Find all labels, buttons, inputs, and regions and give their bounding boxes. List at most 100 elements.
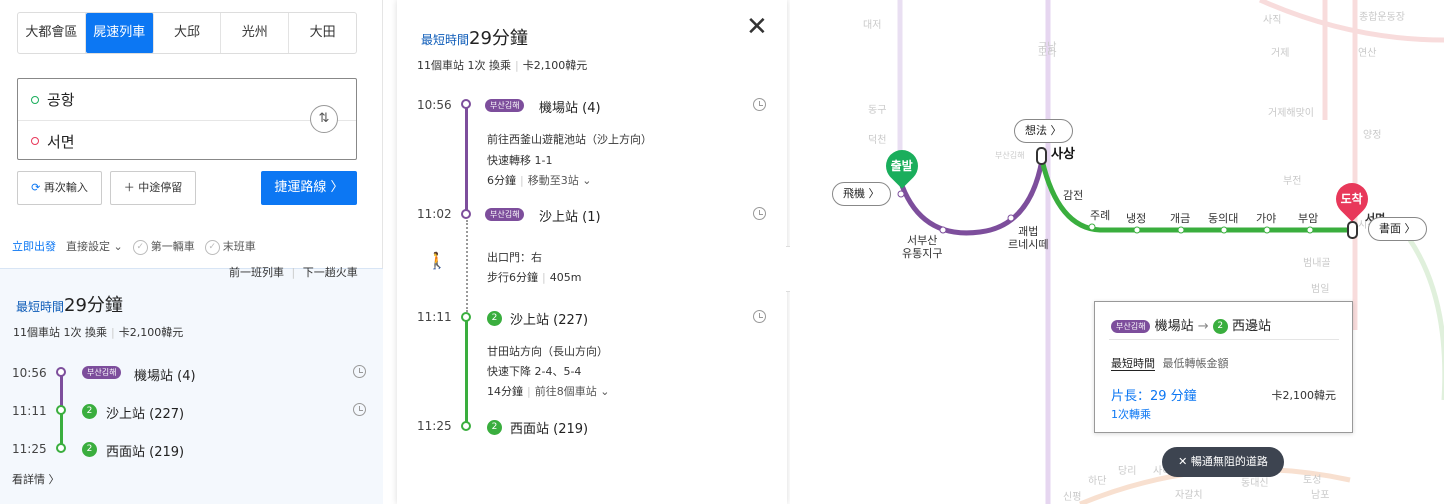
leg-station: 沙上站 (227) <box>106 407 185 422</box>
station-label[interactable]: 서부산 유통지구 <box>902 234 942 260</box>
stop-node <box>461 312 471 322</box>
purple-line-segment <box>465 104 468 214</box>
clock-icon[interactable] <box>753 310 766 323</box>
stop-transfer: 快速轉移 1-1 <box>487 154 553 167</box>
route-detail-panel: 最短時間29分鐘 ✕ 11個車站 1次 換乘 | 卡2,100韓元 10:56 부산… <box>397 0 787 504</box>
station-label[interactable]: 개금 <box>1170 212 1190 225</box>
start-pin-label: 출발 <box>890 159 913 174</box>
tab-daejeon[interactable]: 大田 <box>289 13 356 53</box>
station-label[interactable]: 괘법 르네시떼 <box>1008 225 1048 251</box>
detail-label: 最短時間 <box>421 33 470 47</box>
stop-time: 11:02 <box>417 207 452 221</box>
waypoint-button[interactable]: ＋ 中途停留 <box>110 171 196 205</box>
depart-now-option[interactable]: 立即出發 <box>12 238 56 254</box>
stop-node <box>461 209 471 219</box>
result-summary: 11個車站 1次 換乘 | 卡2,100韓元 <box>13 326 184 339</box>
route-info-popup[interactable]: 부산김해 機場站 → 2 西邊站 最短時間 最低轉帳金額 片長：29 分鐘 卡2… <box>1094 301 1353 433</box>
stop-duration-row[interactable]: 6分鐘 | 移動至3站 ⌄ <box>487 172 591 188</box>
book-callout[interactable]: 書面 〉 <box>1368 217 1427 241</box>
tab-gwangju[interactable]: 光州 <box>221 13 290 53</box>
info-fare: 卡2,100韓元 <box>1271 389 1337 402</box>
info-to: 西邊站 <box>1231 319 1271 334</box>
stop-station: 沙上站 (227) <box>510 313 589 328</box>
tab-daegu[interactable]: 大邱 <box>154 13 222 53</box>
destination-value: 서면 <box>47 132 75 151</box>
destination-field[interactable]: 서면 <box>18 120 356 161</box>
station-label[interactable]: 사상 <box>1051 148 1075 161</box>
stop-direction: 前往西釜山遊龍池站（沙上方向） <box>487 133 652 146</box>
stop-duration: 14分鐘 <box>487 385 523 398</box>
think-callout[interactable]: 想法 〉 <box>1014 119 1073 143</box>
stop-move: 前往8個車站 ⌄ <box>534 385 610 398</box>
clock-icon[interactable] <box>353 403 366 416</box>
leg-row: 11:11 2 沙上站 (227) <box>12 402 372 422</box>
arrow-icon: → <box>1197 319 1209 334</box>
clock-icon[interactable] <box>753 207 766 220</box>
result-label: 最短時間 <box>16 300 65 314</box>
stop-station: 沙上站 (1) <box>539 210 601 225</box>
stop-station: 機場站 (4) <box>539 101 601 116</box>
route-input-box: 공항 서면 ⇅ <box>17 78 357 160</box>
detail-stops: 11個車站 1次 換乘 <box>417 59 511 72</box>
walk-info: 步行6分鐘 | 405m <box>487 271 582 284</box>
stop-node <box>461 99 471 109</box>
end-pin-label: 도착 <box>1340 192 1363 207</box>
line-badge: 2 <box>487 420 502 435</box>
station-label[interactable]: 가야 <box>1256 212 1276 225</box>
reenter-label: 再次輸入 <box>43 181 88 194</box>
stop-duration-row[interactable]: 14分鐘 | 前往8個車站 ⌄ <box>487 383 609 399</box>
search-route-button[interactable]: 捷運路線 〉 <box>261 171 357 205</box>
airport-callout[interactable]: 飛機 〉 <box>832 182 891 206</box>
direct-setting-option[interactable]: 直接設定 ⌄ <box>66 238 123 254</box>
view-details-link[interactable]: 看詳情 〉 <box>12 471 60 487</box>
next-train-link[interactable]: 下一趟火車 <box>303 266 358 279</box>
green-line-segment <box>465 317 468 427</box>
station-label[interactable]: 감전 <box>1063 189 1083 202</box>
info-duration: 片長：29 分鐘 <box>1111 389 1197 404</box>
leg-row: 11:25 2 西面站 (219) <box>12 440 372 460</box>
close-icon[interactable]: ✕ <box>746 14 768 40</box>
station-label[interactable]: 냉정 <box>1126 212 1146 225</box>
waypoint-label: 中途停留 <box>138 181 183 194</box>
walk-icon: 🚶 <box>427 251 447 270</box>
stop-duration: 6分鐘 <box>487 174 516 187</box>
walk-distance: 405m <box>549 271 582 284</box>
clock-icon[interactable] <box>753 98 766 111</box>
direct-setting-label: 直接設定 <box>66 240 110 254</box>
nav-separator: | <box>291 266 296 279</box>
result-title: 最短時間29分鐘 <box>16 291 123 317</box>
stop-node <box>461 421 471 431</box>
leg-row: 10:56 부산김해 機場站 (4) <box>12 364 372 384</box>
station-label[interactable]: 부암 <box>1298 212 1318 225</box>
traffic-toast[interactable]: ✕ 暢通無阻的道路 <box>1162 447 1284 477</box>
line-badge: 부산김해 <box>1111 320 1151 333</box>
leg-station: 機場站 (4) <box>134 369 196 384</box>
swap-icon[interactable]: ⇅ <box>310 105 338 133</box>
search-panel: 大都會區 屍速列車 大邱 光州 大田 공항 서면 ⇅ ⟳ 再次輸入 ＋ 中途停留… <box>0 0 383 504</box>
route-result-card[interactable]: 最短時間29分鐘 11個車站 1次 換乘 | 卡2,100韓元 10:56 부산김해… <box>0 268 383 504</box>
tab-cheapest[interactable]: 最低轉帳金額 <box>1163 357 1229 370</box>
region-tabs: 大都會區 屍速列車 大邱 光州 大田 <box>17 12 357 54</box>
origin-dot-icon <box>31 95 39 104</box>
tab-metro[interactable]: 大都會區 <box>18 13 86 53</box>
leg-time: 10:56 <box>12 366 47 380</box>
station-label[interactable]: 동의대 <box>1208 212 1238 225</box>
leg-time: 11:25 <box>12 442 47 456</box>
tab-busan[interactable]: 屍速列車 <box>85 13 154 53</box>
destination-dot-icon <box>31 137 39 145</box>
subway-map[interactable]: 대저 구남 모라 덕천 사직 거제 연산 동구 부산김해 부전 양정 거제해맞이… <box>790 0 1444 504</box>
first-train-option[interactable]: ✓ 第一輛車 <box>132 238 195 255</box>
plus-icon: ＋ <box>123 181 135 194</box>
prev-train-link[interactable]: 前一班列車 <box>229 266 284 279</box>
line-badge: 2 <box>1212 319 1228 334</box>
train-nav: 前一班列車 | 下一趟火車 <box>229 264 358 280</box>
info-transfers: 1次轉乘 <box>1111 408 1151 421</box>
station-label[interactable]: 주례 <box>1090 209 1110 222</box>
check-icon: ✓ <box>204 239 220 255</box>
reenter-button[interactable]: ⟳ 再次輸入 <box>17 171 102 205</box>
line-badge: 부산김해 <box>82 366 122 379</box>
clock-icon[interactable] <box>353 365 366 378</box>
origin-field[interactable]: 공항 <box>18 79 356 120</box>
last-train-option[interactable]: ✓ 末班車 <box>204 238 256 255</box>
tab-fastest[interactable]: 最短時間 <box>1111 357 1155 371</box>
